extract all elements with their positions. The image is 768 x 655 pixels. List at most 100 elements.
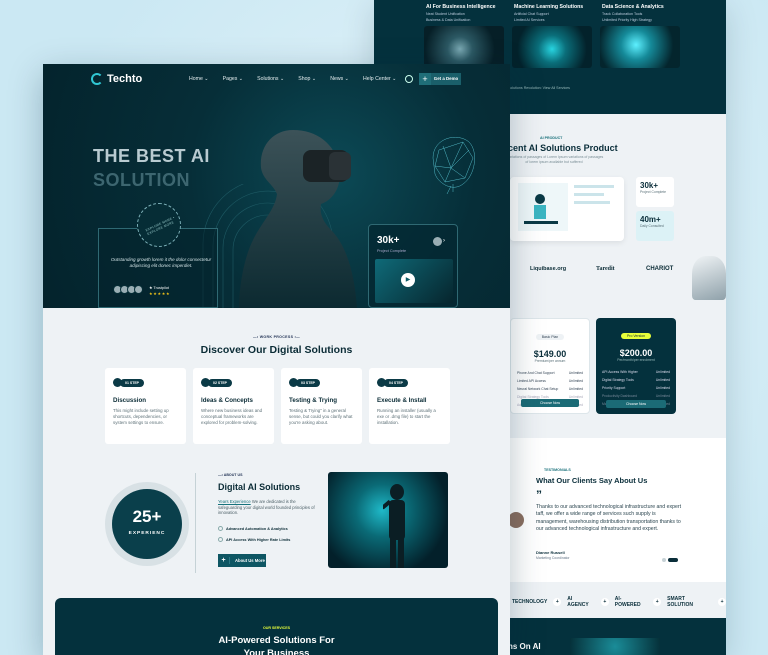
avatar	[433, 237, 442, 246]
process-step: 04 STEP Execute & Install Running an ins…	[369, 368, 450, 444]
search-icon[interactable]	[405, 75, 413, 83]
check-icon	[218, 537, 223, 542]
services-tag: OUR SERVICES	[262, 626, 291, 630]
process-step: 01 STEP Discussion This might include se…	[105, 368, 186, 444]
feature-check: Advanced Automation & Analytics	[218, 526, 288, 531]
hero-section: Techto Home ⌄ Pages ⌄ Solutions ⌄ Shop ⌄…	[43, 64, 510, 308]
back-col-item: Business & Data Unification	[426, 18, 471, 22]
about-tag: —• ABOUT US	[218, 473, 243, 477]
product-tag: AI PRODUCT	[540, 136, 563, 140]
front-page-preview: Techto Home ⌄ Pages ⌄ Solutions ⌄ Shop ⌄…	[43, 64, 510, 655]
marquee-item: TECHNOLOGY	[512, 599, 548, 605]
get-demo-button[interactable]: Get a Demo	[431, 73, 461, 85]
feature-value: Unlimited	[568, 387, 583, 391]
back-stat-card: 30k+ Project Complete	[636, 177, 674, 207]
quote-icon: ”	[536, 488, 542, 502]
product-heading: cent AI Solutions Product	[508, 143, 618, 153]
back-col-3: Data Science & Analytics Track Collabora…	[602, 0, 692, 22]
partner-logo: CHARIOT	[646, 266, 674, 272]
avatar-group	[113, 285, 143, 294]
marquee-item: AI-POWERED	[614, 596, 641, 608]
ai-head-image	[512, 26, 592, 68]
feature-check-text: Advanced Automation & Analytics	[226, 526, 288, 531]
choose-plan-button[interactable]: Choose Now	[606, 400, 666, 408]
process-step: 02 STEP Ideas & Concepts Where new busin…	[193, 368, 274, 444]
back-bottom-image	[570, 638, 660, 655]
trustpilot-text: Trustpilot	[153, 286, 169, 290]
plan-period: Premium/per annum	[534, 359, 566, 363]
feature-value: Unlimited	[655, 378, 670, 382]
services-heading-line1: AI-Powered Solutions For	[218, 635, 335, 646]
seal-text: EXPLORE MORE • EXPLORE MORE	[144, 215, 176, 237]
menu-label: Help Center	[363, 76, 391, 82]
back-stat-card: 40m+ Daily Consulted	[636, 211, 674, 241]
project-stat-card: 30k+ Project Complete › ▶	[368, 224, 458, 308]
arrow-right-icon[interactable]: ›	[443, 238, 445, 244]
vr-man-figure	[383, 484, 405, 568]
step-text: This might include setting up shortcuts,…	[113, 408, 169, 425]
slider-dot-active[interactable]	[668, 558, 678, 562]
feature-value: Unlimited	[655, 370, 670, 374]
feature-name: Priority Support	[602, 386, 626, 390]
testimonial-card: EXPLORE MORE • EXPLORE MORE Outstanding …	[98, 203, 218, 308]
menu-item-solutions[interactable]: Solutions ⌄	[257, 76, 284, 82]
back-stat-label: Daily Consulted	[640, 224, 664, 228]
process-heading: Discover Our Digital Solutions	[200, 344, 353, 356]
plan-feature: API Access With Higher Unlimited	[602, 370, 670, 374]
feature-value: Unlimited	[568, 379, 583, 383]
years-experience-link[interactable]: Years Experience	[218, 499, 251, 504]
back-col-item: Track Collaboration Tools	[602, 12, 643, 16]
play-button[interactable]: ▶	[401, 273, 415, 287]
back-col-item: Limited AI Services	[514, 18, 545, 22]
explore-more-seal[interactable]: EXPLORE MORE • EXPLORE MORE	[137, 203, 181, 247]
back-col-title: Data Science & Analytics	[602, 4, 664, 10]
plus-icon[interactable]: +	[419, 73, 431, 85]
rating-stars: ★★★★★	[149, 291, 171, 296]
plus-icon: +	[600, 598, 609, 606]
logo[interactable]: Techto	[91, 73, 142, 85]
dashboard-mock	[510, 177, 624, 241]
step-text: Where new business ideas and conceptual …	[201, 408, 263, 425]
back-col-title: AI For Business Intelligence	[426, 4, 496, 10]
menu-item-help-center[interactable]: Help Center ⌄	[363, 76, 396, 82]
about-text: Years Experience We are dedicated is the…	[218, 499, 318, 516]
feature-check-text: API Access With Higher Rate Limits	[226, 537, 291, 542]
testimonial-tag: TESTIMONIALS	[544, 468, 571, 472]
stat-label: Project Complete	[377, 249, 407, 253]
about-button-label: About Us More	[235, 558, 265, 563]
back-col-item: Artificial Chat Support	[514, 12, 549, 16]
experience-years: 25+	[132, 507, 162, 526]
menu-label: News	[330, 76, 344, 82]
process-tag-text: WORK PROCESS	[259, 335, 294, 339]
slider-dot[interactable]	[662, 558, 666, 562]
services-heading-line2: Your Business	[243, 648, 310, 655]
feature-value: Unlimited	[655, 394, 670, 398]
step-title: Testing & Trying	[289, 397, 338, 404]
menu-label: Shop	[298, 76, 311, 82]
process-steps: 01 STEP Discussion This might include se…	[105, 368, 450, 444]
feature-name: Digital Strategy Tools	[602, 378, 634, 382]
about-us-button[interactable]: + About Us More	[218, 554, 266, 567]
stat-value: 30k+	[377, 235, 400, 246]
menu-item-pages[interactable]: Pages ⌄	[223, 76, 244, 82]
hero-quote: Outstanding growth lorem it the dolor co…	[110, 257, 212, 268]
dashboard-illustration	[518, 183, 614, 231]
feature-name: Neural Network Chat Setup	[517, 387, 559, 391]
back-col-item: Unlimited Priority High Strategy	[602, 18, 652, 22]
menu-label: Solutions	[257, 76, 279, 82]
plan-feature: Productivity Dashboard Unlimited	[602, 394, 670, 398]
choose-plan-button[interactable]: Choose Now	[521, 399, 579, 407]
back-stat-value: 40m+	[640, 215, 661, 224]
menu-item-home[interactable]: Home ⌄	[189, 76, 209, 82]
step-text: Running an installer (usually a exe or .…	[377, 408, 436, 425]
back-bottom-heading: ns On AI	[508, 642, 541, 651]
menu-item-news[interactable]: News ⌄	[330, 76, 349, 82]
menu-item-shop[interactable]: Shop ⌄	[298, 76, 316, 82]
process-tag: —• WORK PROCESS •—	[252, 335, 301, 339]
check-icon	[218, 526, 223, 531]
feature-check: API Access With Higher Rate Limits	[218, 537, 290, 542]
navbar: Techto Home ⌄ Pages ⌄ Solutions ⌄ Shop ⌄…	[43, 64, 510, 96]
services-heading: AI-Powered Solutions For Your Business	[55, 634, 498, 655]
plan-feature: Priority Support Unlimited	[602, 386, 670, 390]
marquee-item: SMART SOLUTION	[667, 596, 694, 608]
